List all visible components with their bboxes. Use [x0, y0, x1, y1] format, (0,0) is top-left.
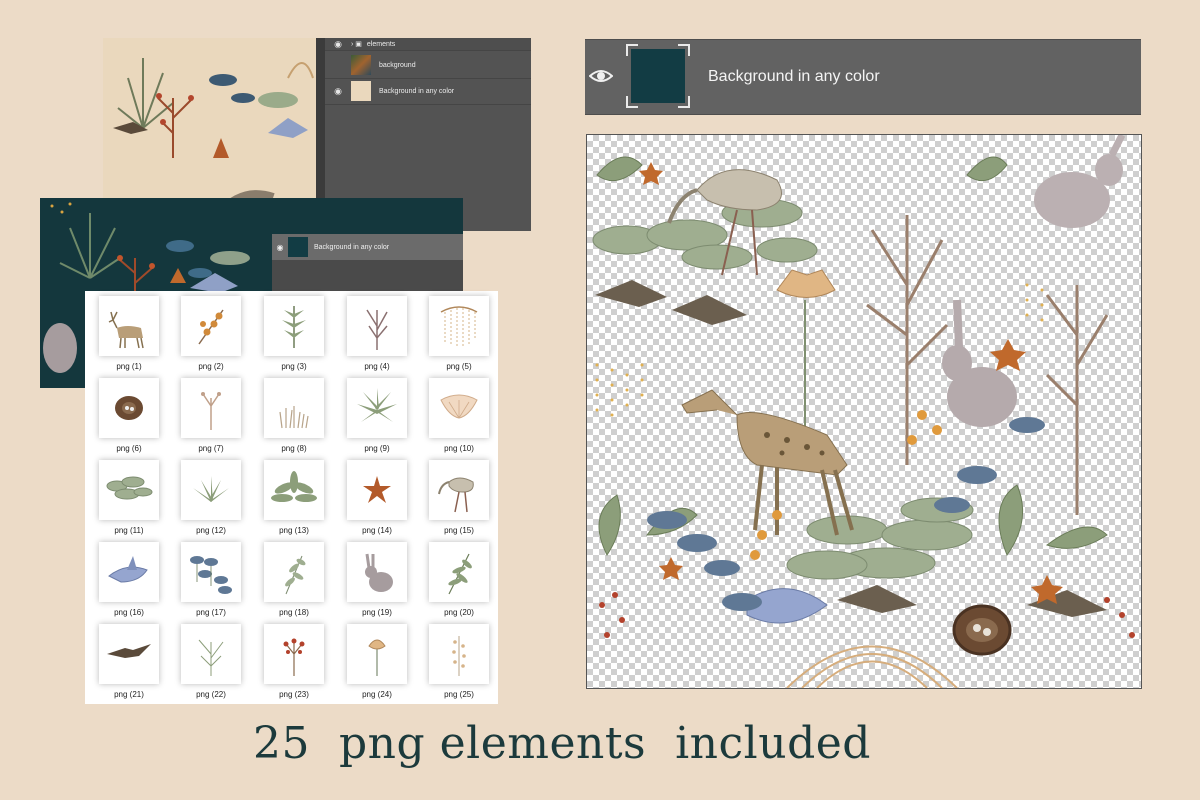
- layer-row-background-color[interactable]: ◉ Background in any color: [272, 234, 463, 260]
- layer-bar-background-color[interactable]: Background in any color: [585, 39, 1141, 115]
- blue-bird-icon: [108, 556, 148, 583]
- sprig-icon: [285, 555, 306, 595]
- eye-icon[interactable]: [589, 66, 613, 86]
- element-label: png (4): [364, 362, 390, 371]
- element-tile[interactable]: [347, 624, 407, 684]
- rabbit-icon: [365, 553, 393, 592]
- flying-bird-icon: [107, 644, 151, 658]
- element-tile[interactable]: [181, 460, 241, 520]
- folder-icon: › ▣: [351, 41, 362, 48]
- color-swatch-frame[interactable]: [626, 44, 690, 108]
- element-label: png (10): [444, 444, 474, 453]
- element-label: png (22): [196, 690, 226, 699]
- element-tile[interactable]: [99, 296, 159, 356]
- caption-title: 25 png elements included: [253, 718, 871, 769]
- element-label: png (14): [362, 526, 392, 535]
- pattern-transparent-preview: [586, 134, 1142, 689]
- element-tile[interactable]: [181, 542, 241, 602]
- teal-swatch: [631, 49, 685, 103]
- element-tile[interactable]: [429, 624, 489, 684]
- element-tile[interactable]: [264, 624, 324, 684]
- willow-icon: [440, 306, 478, 348]
- element-tile[interactable]: [264, 542, 324, 602]
- element-label: png (15): [444, 526, 474, 535]
- fern-branch-icon: [448, 553, 472, 595]
- element-label: png (8): [281, 444, 307, 453]
- element-label: png (21): [114, 690, 144, 699]
- fan-flower-icon: [440, 394, 478, 419]
- elements-grid: png (1) png (2) png (3) png (4) png (5) png (…: [85, 291, 498, 704]
- element-label: png (7): [198, 444, 224, 453]
- element-label: png (25): [444, 690, 474, 699]
- element-tile[interactable]: [347, 296, 407, 356]
- element-tile[interactable]: [181, 624, 241, 684]
- element-tile[interactable]: [181, 296, 241, 356]
- element-label: png (23): [279, 690, 309, 699]
- lily-pads-icon: [106, 476, 153, 500]
- element-label: png (9): [364, 444, 390, 453]
- seed-stem-icon: [452, 636, 466, 676]
- element-tile[interactable]: [429, 542, 489, 602]
- grass-clump-icon: [193, 476, 229, 502]
- layer-label: Background in any color: [708, 68, 880, 85]
- element-tile[interactable]: [429, 296, 489, 356]
- blue-lilies-icon: [190, 556, 232, 594]
- beige-swatch: [351, 81, 371, 101]
- layer-label: background: [379, 61, 416, 69]
- element-tile[interactable]: [99, 460, 159, 520]
- element-tile[interactable]: [99, 378, 159, 438]
- element-label: png (16): [114, 608, 144, 617]
- eye-icon[interactable]: ◉: [272, 243, 288, 252]
- eye-icon[interactable]: ◉: [325, 86, 351, 97]
- element-tile[interactable]: [99, 624, 159, 684]
- red-berries-icon: [283, 638, 305, 676]
- element-tile[interactable]: [264, 378, 324, 438]
- element-label: png (3): [281, 362, 307, 371]
- palm-cluster-icon: [357, 388, 397, 422]
- leafy-plant-icon: [271, 471, 317, 502]
- element-label: png (24): [362, 690, 392, 699]
- element-label: png (5): [446, 362, 472, 371]
- grass-tuft-icon: [279, 406, 309, 429]
- element-tile[interactable]: [181, 378, 241, 438]
- element-tile[interactable]: [347, 378, 407, 438]
- element-tile[interactable]: [264, 460, 324, 520]
- element-label: png (13): [279, 526, 309, 535]
- fern-leaf-icon: [282, 306, 306, 348]
- element-label: png (20): [444, 608, 474, 617]
- element-label: png (6): [116, 444, 142, 453]
- element-label: png (17): [196, 608, 226, 617]
- layer-label: Background in any color: [379, 87, 455, 95]
- element-tile[interactable]: [99, 542, 159, 602]
- element-label: png (12): [196, 526, 226, 535]
- teal-swatch: [288, 237, 308, 257]
- element-label: png (19): [362, 608, 392, 617]
- layer-row-background[interactable]: background: [325, 52, 531, 79]
- twig-icon: [201, 392, 221, 430]
- element-tile[interactable]: [429, 378, 489, 438]
- element-tile[interactable]: [264, 296, 324, 356]
- thistle-icon: [368, 639, 386, 676]
- element-label: png (18): [279, 608, 309, 617]
- berry-sprig-icon: [198, 309, 224, 345]
- eye-icon[interactable]: ◉: [325, 39, 351, 50]
- nest-icon: [115, 396, 143, 420]
- element-label: png (11): [114, 526, 144, 535]
- deer-icon: [108, 311, 144, 349]
- bare-shrub-icon: [366, 309, 388, 350]
- branch-icon: [198, 639, 224, 676]
- element-tile[interactable]: [347, 542, 407, 602]
- layer-label: elements: [366, 40, 396, 48]
- layer-row-background-color[interactable]: ◉ Background in any color: [325, 78, 531, 105]
- element-label: png (2): [198, 362, 224, 371]
- pattern-thumbnail: [351, 55, 371, 75]
- element-tile[interactable]: [347, 460, 407, 520]
- heron-icon: [438, 477, 474, 513]
- layer-row-elements[interactable]: ◉ › ▣ elements: [325, 38, 531, 51]
- element-label: png (1): [116, 362, 142, 371]
- star-flower-icon: [363, 476, 391, 503]
- element-tile[interactable]: [429, 460, 489, 520]
- layer-label: Background in any color: [314, 243, 390, 251]
